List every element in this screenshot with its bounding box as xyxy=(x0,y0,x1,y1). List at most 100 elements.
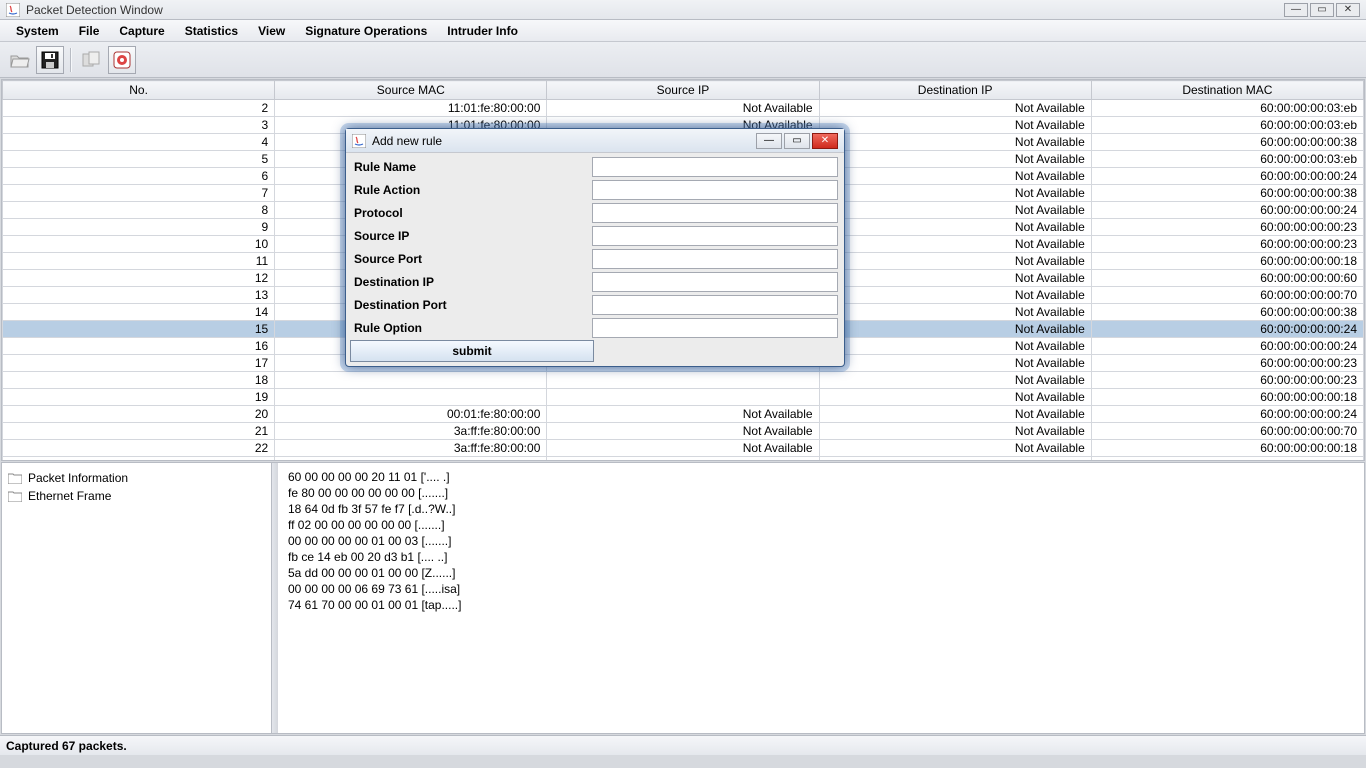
menu-statistics[interactable]: Statistics xyxy=(175,22,248,40)
open-button[interactable] xyxy=(6,46,34,74)
table-cell: Not Available xyxy=(819,389,1091,406)
tree-item-ethernet-frame[interactable]: Ethernet Frame xyxy=(8,487,265,505)
window-titlebar: Packet Detection Window — ▭ ✕ xyxy=(0,0,1366,20)
table-cell: 60:00:00:00:00:60 xyxy=(1091,270,1363,287)
menu-system[interactable]: System xyxy=(6,22,69,40)
java-icon xyxy=(352,134,366,148)
menu-view[interactable]: View xyxy=(248,22,295,40)
menu-file[interactable]: File xyxy=(69,22,110,40)
table-cell xyxy=(275,389,547,406)
table-cell: Not Available xyxy=(819,287,1091,304)
dialog-minimize-button[interactable]: — xyxy=(756,133,782,149)
table-cell: Not Available xyxy=(819,168,1091,185)
hex-line: 00 00 00 00 00 01 00 03 [.......] xyxy=(288,533,1354,549)
statusbar: Captured 67 packets. xyxy=(0,735,1366,755)
table-cell: Not Available xyxy=(547,100,819,117)
table-cell: Not Available xyxy=(819,117,1091,134)
col-destination-mac[interactable]: Destination MAC xyxy=(1091,81,1363,100)
table-cell: 3a:ff:fe:80:00:00 xyxy=(275,440,547,457)
tree-label: Packet Information xyxy=(28,471,128,485)
label-destination-ip: Destination IP xyxy=(348,275,592,289)
hex-line: 5a dd 00 00 00 01 00 00 [Z......] xyxy=(288,565,1354,581)
hex-pane[interactable]: 60 00 00 00 00 20 11 01 ['.... .] fe 80 … xyxy=(278,463,1364,733)
table-cell: 60:00:00:00:00:24 xyxy=(1091,202,1363,219)
dialog-maximize-button[interactable]: ▭ xyxy=(784,133,810,149)
input-source-ip[interactable] xyxy=(592,226,838,246)
toolbar xyxy=(0,42,1366,78)
input-destination-port[interactable] xyxy=(592,295,838,315)
input-rule-option[interactable] xyxy=(592,318,838,338)
table-cell: Not Available xyxy=(819,134,1091,151)
copy-button[interactable] xyxy=(78,46,106,74)
folder-icon xyxy=(8,472,22,484)
table-cell: 2 xyxy=(3,100,275,117)
hex-line: 74 61 70 00 00 01 00 01 [tap.....] xyxy=(288,597,1354,613)
col-source-ip[interactable]: Source IP xyxy=(547,81,819,100)
table-cell: 23 xyxy=(3,457,275,462)
table-cell: 60:00:00:00:00:24 xyxy=(1091,168,1363,185)
label-source-ip: Source IP xyxy=(348,229,592,243)
table-row[interactable]: 19Not Available60:00:00:00:00:18 xyxy=(3,389,1364,406)
table-row[interactable]: 211:01:fe:80:00:00Not AvailableNot Avail… xyxy=(3,100,1364,117)
dialog-close-button[interactable]: ✕ xyxy=(812,133,838,149)
table-cell: Not Available xyxy=(819,338,1091,355)
tree-item-packet-info[interactable]: Packet Information xyxy=(8,469,265,487)
table-cell: 3a:ff:fe:80:00:00 xyxy=(275,423,547,440)
table-cell: 3a:ff:fe:80:00:00 xyxy=(275,457,547,462)
table-cell: 60:00:00:00:03:eb xyxy=(1091,151,1363,168)
table-cell: 00:01:fe:80:00:00 xyxy=(275,406,547,423)
table-cell: 5 xyxy=(3,151,275,168)
tree-pane[interactable]: Packet Information Ethernet Frame xyxy=(2,463,272,733)
col-destination-ip[interactable]: Destination IP xyxy=(819,81,1091,100)
minimize-button[interactable]: — xyxy=(1284,3,1308,17)
table-cell: Not Available xyxy=(819,440,1091,457)
table-row[interactable]: 213a:ff:fe:80:00:00Not AvailableNot Avai… xyxy=(3,423,1364,440)
table-cell: 4 xyxy=(3,134,275,151)
menu-intruder-info[interactable]: Intruder Info xyxy=(437,22,528,40)
table-row[interactable]: 223a:ff:fe:80:00:00Not AvailableNot Avai… xyxy=(3,440,1364,457)
table-row[interactable]: 18Not Available60:00:00:00:00:23 xyxy=(3,372,1364,389)
table-cell: Not Available xyxy=(819,219,1091,236)
close-button[interactable]: ✕ xyxy=(1336,3,1360,17)
dialog-titlebar[interactable]: Add new rule — ▭ ✕ xyxy=(346,129,844,153)
add-rule-dialog: Add new rule — ▭ ✕ Rule Name Rule Action… xyxy=(345,128,845,367)
submit-button[interactable]: submit xyxy=(350,340,594,362)
capture-button[interactable] xyxy=(108,46,136,74)
input-rule-name[interactable] xyxy=(592,157,838,177)
save-button[interactable] xyxy=(36,46,64,74)
menu-signature-operations[interactable]: Signature Operations xyxy=(295,22,437,40)
table-cell: 17 xyxy=(3,355,275,372)
table-cell: 60:00:00:00:03:eb xyxy=(1091,100,1363,117)
input-protocol[interactable] xyxy=(592,203,838,223)
table-cell: 60:00:00:00:00:70 xyxy=(1091,423,1363,440)
input-source-port[interactable] xyxy=(592,249,838,269)
java-icon xyxy=(6,3,20,17)
table-cell: Not Available xyxy=(819,185,1091,202)
table-cell: 3 xyxy=(3,117,275,134)
menu-capture[interactable]: Capture xyxy=(109,22,174,40)
table-cell xyxy=(275,372,547,389)
table-row[interactable]: 2000:01:fe:80:00:00Not AvailableNot Avai… xyxy=(3,406,1364,423)
hex-line: 18 64 0d fb 3f 57 fe f7 [.d..?W..] xyxy=(288,501,1354,517)
hex-line: 00 00 00 00 06 69 73 61 [.....isa] xyxy=(288,581,1354,597)
table-row[interactable]: 233a:ff:fe:80:00:00Not AvailableNot Avai… xyxy=(3,457,1364,462)
table-cell: 60:00:00:00:00:38 xyxy=(1091,134,1363,151)
table-cell: Not Available xyxy=(819,304,1091,321)
col-source-mac[interactable]: Source MAC xyxy=(275,81,547,100)
label-rule-name: Rule Name xyxy=(348,160,592,174)
table-cell: 60:00:00:00:00:18 xyxy=(1091,253,1363,270)
table-cell: Not Available xyxy=(819,423,1091,440)
input-destination-ip[interactable] xyxy=(592,272,838,292)
table-cell: 60:00:00:00:00:70 xyxy=(1091,457,1363,462)
label-rule-option: Rule Option xyxy=(348,321,592,335)
maximize-button[interactable]: ▭ xyxy=(1310,3,1334,17)
table-cell: Not Available xyxy=(819,355,1091,372)
toolbar-separator xyxy=(70,48,72,72)
table-cell: 22 xyxy=(3,440,275,457)
table-cell: 60:00:00:00:00:24 xyxy=(1091,321,1363,338)
input-rule-action[interactable] xyxy=(592,180,838,200)
table-cell xyxy=(547,372,819,389)
col-no[interactable]: No. xyxy=(3,81,275,100)
tree-label: Ethernet Frame xyxy=(28,489,111,503)
table-cell: 20 xyxy=(3,406,275,423)
